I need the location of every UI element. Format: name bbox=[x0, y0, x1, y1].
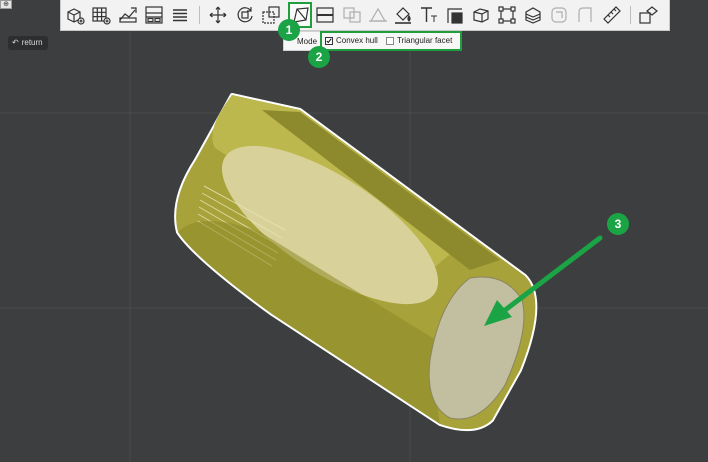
step-marker-3: 3 bbox=[607, 213, 629, 235]
corner-icon[interactable] bbox=[444, 4, 466, 26]
shape-edit-icon[interactable] bbox=[117, 4, 139, 26]
return-label: return bbox=[21, 38, 43, 47]
redo-shape-icon[interactable] bbox=[574, 4, 596, 26]
triangular-facet-checkbox[interactable] bbox=[386, 37, 394, 45]
bounding-box-icon[interactable] bbox=[496, 4, 518, 26]
add-cube-icon[interactable] bbox=[64, 4, 86, 26]
undo-shape-icon[interactable] bbox=[548, 4, 570, 26]
layers-icon[interactable] bbox=[522, 4, 544, 26]
subtract-icon[interactable] bbox=[341, 4, 363, 26]
mode-options-group: Convex hull Triangular facet bbox=[320, 31, 462, 51]
triangular-facet-label: Triangular facet bbox=[397, 36, 453, 45]
mode-options-panel: Mode Convex hull Triangular facet bbox=[283, 31, 462, 51]
scale-icon[interactable] bbox=[260, 4, 282, 26]
convex-hull-checkbox[interactable] bbox=[325, 37, 333, 45]
layout-panel-icon[interactable] bbox=[143, 4, 165, 26]
box-icon[interactable] bbox=[470, 4, 492, 26]
stack-lines-icon[interactable] bbox=[169, 4, 191, 26]
move-icon[interactable] bbox=[207, 4, 229, 26]
panel-toggle-icon[interactable]: ⊕ bbox=[0, 0, 12, 9]
grid-add-icon[interactable] bbox=[90, 4, 112, 26]
ruler-icon[interactable] bbox=[601, 4, 623, 26]
split-icon[interactable] bbox=[314, 4, 336, 26]
main-toolbar bbox=[60, 0, 670, 31]
cylinder-model[interactable] bbox=[174, 93, 538, 432]
step-marker-2: 2 bbox=[308, 46, 330, 68]
return-button[interactable]: ↶ return bbox=[8, 36, 48, 50]
convex-hull-label: Convex hull bbox=[336, 36, 378, 45]
return-icon: ↶ bbox=[12, 38, 19, 47]
union-icon[interactable] bbox=[367, 4, 389, 26]
step-marker-1: 1 bbox=[278, 19, 300, 41]
rotate-icon[interactable] bbox=[234, 4, 256, 26]
text-icon[interactable] bbox=[418, 4, 440, 26]
mode-label: Mode bbox=[297, 37, 318, 46]
3d-viewport[interactable] bbox=[0, 0, 708, 462]
ungroup-icon[interactable] bbox=[637, 4, 659, 26]
paint-bucket-icon[interactable] bbox=[392, 4, 414, 26]
